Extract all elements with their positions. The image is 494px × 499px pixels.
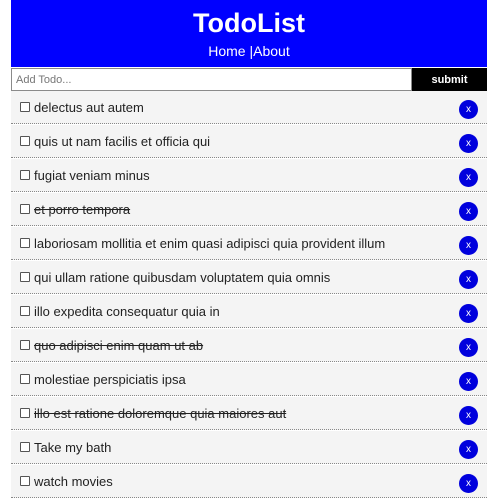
todo-title: illo est ratione doloremque quia maiores… <box>34 405 287 421</box>
delete-todo-button[interactable]: x <box>459 304 478 323</box>
todo-list: delectus aut autem x quis ut nam facilis e… <box>11 91 487 498</box>
delete-todo-button[interactable]: x <box>459 202 478 221</box>
header-nav: Home |About <box>11 42 487 60</box>
todo-title: illo expedita consequatur quia in <box>34 303 220 319</box>
todo-title: fugiat veniam minus <box>34 167 150 183</box>
todo-checkbox[interactable] <box>20 306 30 316</box>
nav-home-link[interactable]: Home <box>208 43 245 59</box>
todo-checkbox[interactable] <box>20 374 30 384</box>
delete-todo-button[interactable]: x <box>459 134 478 153</box>
todo-item: delectus aut autem x <box>11 91 487 124</box>
todo-item: qui ullam ratione quibusdam voluptatem q… <box>11 261 487 294</box>
add-todo-form: submit <box>11 68 487 91</box>
todo-title: qui ullam ratione quibusdam voluptatem q… <box>34 269 331 285</box>
delete-todo-button[interactable]: x <box>459 168 478 187</box>
todo-item: illo expedita consequatur quia in x <box>11 295 487 328</box>
todo-item: laboriosam mollitia et enim quasi adipis… <box>11 227 487 260</box>
todo-checkbox[interactable] <box>20 476 30 486</box>
todo-title: molestiae perspiciatis ipsa <box>34 371 186 387</box>
todo-checkbox[interactable] <box>20 340 30 350</box>
todo-item: et porro tempora x <box>11 193 487 226</box>
todo-item: quo adipisci enim quam ut ab x <box>11 329 487 362</box>
delete-todo-button[interactable]: x <box>459 406 478 425</box>
todo-title: watch movies <box>34 473 113 489</box>
todo-item: quis ut nam facilis et officia qui x <box>11 125 487 158</box>
todo-item: watch movies x <box>11 465 487 498</box>
delete-todo-button[interactable]: x <box>459 100 478 119</box>
submit-button[interactable]: submit <box>412 68 487 91</box>
app-header: TodoList Home |About <box>11 0 487 67</box>
todo-item: molestiae perspiciatis ipsa x <box>11 363 487 396</box>
todo-checkbox[interactable] <box>20 238 30 248</box>
todo-item: Take my bath x <box>11 431 487 464</box>
todo-checkbox[interactable] <box>20 204 30 214</box>
app-title: TodoList <box>193 8 305 38</box>
nav-separator: | <box>245 43 254 59</box>
todo-checkbox[interactable] <box>20 136 30 146</box>
nav-about-link[interactable]: About <box>253 43 290 59</box>
app-container: TodoList Home |About submit delectus aut… <box>11 0 487 499</box>
todo-checkbox[interactable] <box>20 170 30 180</box>
delete-todo-button[interactable]: x <box>459 338 478 357</box>
todo-title: quis ut nam facilis et officia qui <box>34 133 211 149</box>
todo-checkbox[interactable] <box>20 272 30 282</box>
delete-todo-button[interactable]: x <box>459 440 478 459</box>
todo-title: laboriosam mollitia et enim quasi adipis… <box>34 235 386 251</box>
todo-checkbox[interactable] <box>20 408 30 418</box>
add-todo-input[interactable] <box>11 68 412 91</box>
todo-title: Take my bath <box>34 439 112 455</box>
todo-title: delectus aut autem <box>34 99 144 115</box>
delete-todo-button[interactable]: x <box>459 372 478 391</box>
todo-item: fugiat veniam minus x <box>11 159 487 192</box>
delete-todo-button[interactable]: x <box>459 474 478 493</box>
todo-item: illo est ratione doloremque quia maiores… <box>11 397 487 430</box>
delete-todo-button[interactable]: x <box>459 236 478 255</box>
todo-title: quo adipisci enim quam ut ab <box>34 337 204 353</box>
todo-checkbox[interactable] <box>20 102 30 112</box>
todo-title: et porro tempora <box>34 201 131 217</box>
todo-checkbox[interactable] <box>20 442 30 452</box>
delete-todo-button[interactable]: x <box>459 270 478 289</box>
